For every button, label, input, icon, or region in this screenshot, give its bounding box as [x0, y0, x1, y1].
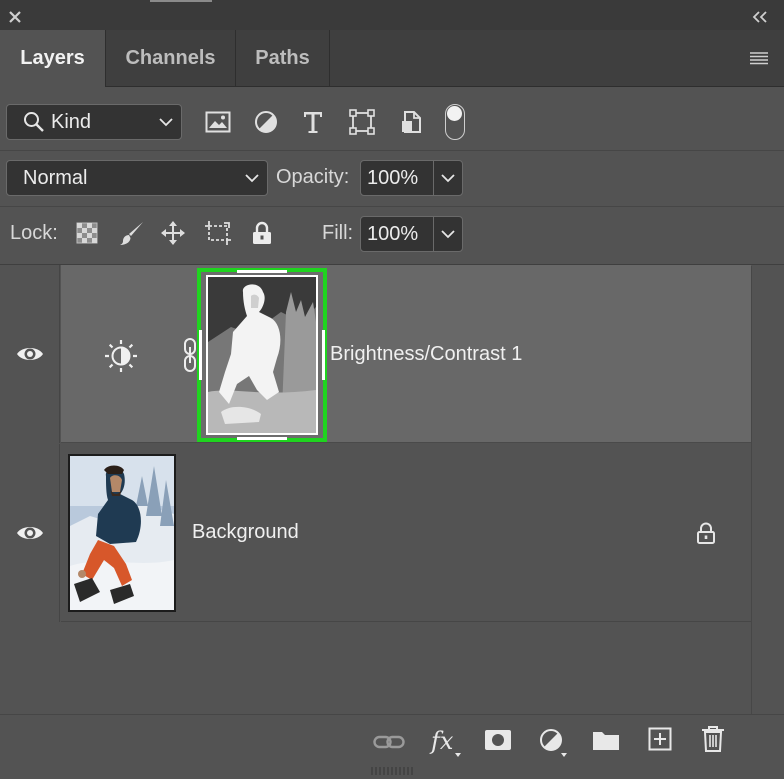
- layer-lock-icon: [694, 520, 718, 546]
- layer-mask-thumbnail[interactable]: [197, 268, 327, 442]
- panel-titlebar: [0, 0, 784, 30]
- filter-toggle-switch[interactable]: [445, 104, 465, 140]
- panel-tab-bar: Layers Channels Paths: [0, 30, 784, 87]
- fill-input[interactable]: 100%: [360, 216, 434, 252]
- tab-channels-label: Channels: [125, 46, 216, 69]
- fill-dropdown-button[interactable]: [433, 216, 463, 252]
- lock-artboard-icon[interactable]: [203, 219, 233, 247]
- chevron-down-icon: [441, 174, 455, 183]
- lock-label: Lock:: [10, 222, 58, 244]
- layers-bottom-toolbar: fx: [0, 714, 784, 779]
- svg-text:fx: fx: [429, 727, 454, 755]
- layers-scrollbar[interactable]: [751, 266, 784, 714]
- lock-position-move-icon[interactable]: [159, 219, 187, 247]
- layer-name[interactable]: Background: [192, 521, 299, 544]
- pixel-layer-filter-icon[interactable]: [204, 108, 232, 136]
- opacity-label: Opacity:: [276, 166, 350, 188]
- blend-mode-select[interactable]: Normal: [6, 160, 268, 196]
- add-layer-mask-icon[interactable]: [482, 725, 514, 755]
- mask-link-icon[interactable]: [182, 337, 198, 373]
- lock-transparent-pixels-icon[interactable]: [74, 220, 100, 246]
- smart-object-filter-icon[interactable]: [397, 108, 425, 136]
- layers-list: Brightness/Contrast 1 Background: [0, 265, 784, 714]
- layer-style-fx-icon[interactable]: fx: [428, 723, 464, 759]
- opacity-dropdown-button[interactable]: [433, 160, 463, 196]
- shape-layer-filter-icon[interactable]: [348, 108, 376, 136]
- panel-menu-icon[interactable]: [746, 46, 772, 70]
- visibility-eye-icon[interactable]: [15, 522, 45, 544]
- layer-row-brightness-contrast[interactable]: Brightness/Contrast 1: [0, 265, 751, 443]
- type-layer-filter-icon[interactable]: [299, 108, 327, 136]
- delete-layer-trash-icon[interactable]: [698, 723, 728, 755]
- layer-name[interactable]: Brightness/Contrast 1: [330, 343, 522, 366]
- brightness-contrast-adjustment-icon: [102, 337, 140, 375]
- chevron-down-icon: [245, 170, 259, 186]
- background-image-thumbnail[interactable]: [68, 454, 176, 612]
- opacity-input[interactable]: 100%: [360, 160, 434, 196]
- chevron-down-icon: [159, 114, 173, 130]
- fill-label: Fill:: [322, 222, 354, 244]
- layer-row-background[interactable]: Background: [0, 444, 751, 622]
- lock-all-icon[interactable]: [249, 219, 275, 247]
- adjustment-layer-filter-icon[interactable]: [252, 108, 280, 136]
- tab-paths-label: Paths: [255, 46, 310, 69]
- chevron-down-icon: [441, 230, 455, 239]
- link-layers-icon[interactable]: [372, 727, 406, 757]
- search-icon: [23, 111, 45, 133]
- new-fill-adjustment-layer-icon[interactable]: [534, 723, 570, 759]
- tab-layers[interactable]: Layers: [0, 30, 106, 87]
- new-group-folder-icon[interactable]: [590, 725, 622, 755]
- close-icon[interactable]: [4, 6, 26, 28]
- visibility-eye-icon[interactable]: [15, 343, 45, 365]
- blend-mode-value: Normal: [23, 166, 88, 189]
- tab-channels[interactable]: Channels: [106, 30, 236, 86]
- tab-paths[interactable]: Paths: [236, 30, 330, 86]
- opacity-value: 100%: [367, 166, 419, 189]
- lock-image-pixels-brush-icon[interactable]: [118, 219, 146, 247]
- tab-layers-label: Layers: [20, 47, 85, 69]
- fill-value: 100%: [367, 222, 419, 245]
- resize-grip[interactable]: [370, 767, 414, 775]
- toggle-knob: [447, 106, 462, 121]
- filter-kind-select[interactable]: Kind: [6, 104, 182, 140]
- new-layer-icon[interactable]: [644, 723, 676, 755]
- filter-kind-label: Kind: [51, 110, 92, 133]
- collapse-panel-icon[interactable]: [748, 6, 772, 28]
